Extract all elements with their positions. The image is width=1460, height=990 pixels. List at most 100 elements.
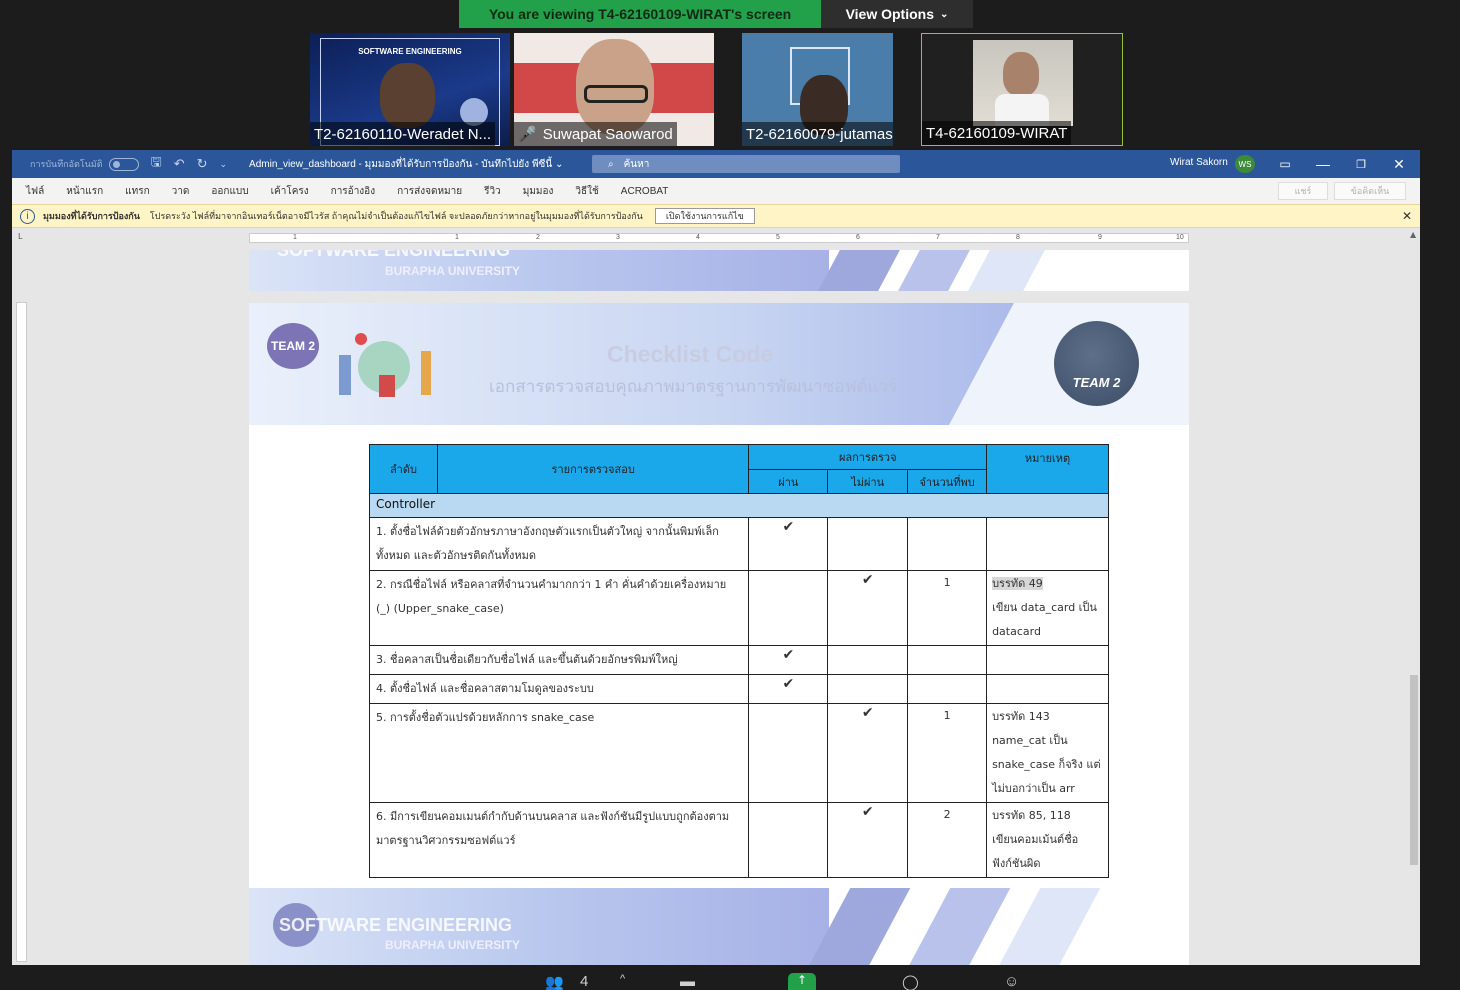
check-item: 1. ตั้งชื่อไฟล์ด้วยตัวอักษรภาษาอังกฤษตัว… bbox=[368, 517, 750, 571]
title-bar: การบันทึกอัตโนมัติ 🖫 ↶ ↻ ⌄ Admin_view_da… bbox=[12, 150, 1420, 178]
muted-mic-icon: 🎤 bbox=[518, 126, 537, 143]
pass-mark: ✔ bbox=[748, 674, 829, 704]
check-item: 4. ตั้งชื่อไฟล์ และชื่อคลาสตามโมดูลของระ… bbox=[368, 674, 750, 704]
record-icon[interactable]: ◯ bbox=[902, 973, 919, 990]
note-line: บรรทัด 85, 118 bbox=[992, 809, 1071, 822]
tab-design[interactable]: ออกแบบ bbox=[211, 184, 248, 199]
found-count: 1 bbox=[907, 570, 988, 646]
tab-home[interactable]: หน้าแรก bbox=[66, 184, 103, 199]
footer-stripe bbox=[907, 888, 1011, 965]
participant-name: Suwapat Saowarod bbox=[542, 125, 673, 143]
autosave-label: การบันทึกอัตโนมัติ bbox=[30, 159, 103, 169]
note-text: เขียน data_card เป็น datacard bbox=[992, 601, 1097, 638]
chevron-up-icon[interactable]: ^ bbox=[620, 973, 625, 985]
participant-video-4[interactable]: T4-62160109-WIRAT bbox=[921, 33, 1123, 146]
table-row: 4. ตั้งชื่อไฟล์ และชื่อคลาสตามโมดูลของระ… bbox=[368, 674, 1109, 704]
section-row: Controller bbox=[369, 493, 1109, 518]
restore-icon[interactable]: ❐ bbox=[1342, 150, 1380, 178]
tab-acrobat[interactable]: ACROBAT bbox=[621, 186, 669, 197]
tab-mailings[interactable]: การส่งจดหมาย bbox=[397, 184, 462, 199]
fail-mark: ✔ bbox=[827, 703, 909, 803]
tab-review[interactable]: รีวิว bbox=[484, 184, 501, 199]
check-item: 3. ชื่อคลาสเป็นชื่อเดียวกับชื่อไฟล์ และข… bbox=[368, 645, 750, 675]
chat-icon[interactable]: ▬ bbox=[680, 973, 695, 990]
pass-mark: ✔ bbox=[748, 517, 829, 571]
checklist-table: ลำดับ รายการตรวจสอบ ผลการตรวจ หมายเหตุ ผ… bbox=[368, 444, 1109, 878]
word-window: การบันทึกอัตโนมัติ 🖫 ↶ ↻ ⌄ Admin_view_da… bbox=[12, 150, 1420, 965]
ribbon-tabs: ไฟล์ หน้าแรก แทรก วาด ออกแบบ เค้าโครง กา… bbox=[12, 178, 1420, 204]
note-cell bbox=[986, 674, 1109, 704]
comments-label: ข้อคิดเห็น bbox=[1350, 186, 1390, 196]
participants-icon[interactable]: 👥 bbox=[545, 973, 564, 990]
section-label: Controller bbox=[369, 493, 1109, 518]
share-button[interactable]: แชร์ bbox=[1278, 182, 1328, 200]
horizontal-ruler[interactable]: 1 1 2 3 4 5 6 7 8 9 10 bbox=[249, 233, 1189, 243]
scrollbar-thumb[interactable] bbox=[1410, 675, 1418, 865]
tab-selector-icon[interactable]: L bbox=[18, 232, 22, 241]
glasses bbox=[584, 85, 648, 103]
undo-icon[interactable]: ↶ bbox=[174, 156, 185, 172]
tab-references[interactable]: การอ้างอิง bbox=[331, 184, 375, 199]
ruler-label: 4 bbox=[696, 234, 700, 241]
fail-mark: ✔ bbox=[827, 802, 909, 878]
close-icon[interactable]: ✕ bbox=[1402, 209, 1412, 223]
redo-icon[interactable]: ↻ bbox=[197, 156, 208, 172]
avatar[interactable]: WS bbox=[1235, 155, 1255, 173]
found-count bbox=[907, 645, 988, 675]
autosave-toggle[interactable] bbox=[108, 157, 139, 171]
vertical-ruler[interactable] bbox=[16, 302, 27, 962]
column-header-result: ผลการตรวจ bbox=[748, 444, 988, 470]
note-text: เขียนคอมเม้นต์ชื่อฟังก์ชันผิด bbox=[992, 833, 1079, 870]
quick-access-chevron-icon[interactable]: ⌄ bbox=[220, 159, 228, 170]
note-cell bbox=[986, 645, 1109, 675]
note-line: บรรทัด 49 bbox=[992, 577, 1043, 590]
participant-video-2[interactable]: 🎤 Suwapat Saowarod bbox=[514, 33, 714, 146]
header-title: Checklist Code bbox=[607, 341, 774, 367]
tab-view[interactable]: มุมมอง bbox=[523, 184, 554, 199]
table-row: 3. ชื่อคลาสเป็นชื่อเดียวกับชื่อไฟล์ และข… bbox=[368, 645, 1109, 675]
search-icon: ⌕ bbox=[608, 158, 614, 170]
ribbon-display-icon[interactable]: ▭ bbox=[1266, 150, 1304, 178]
view-options-button[interactable]: View Options ⌄ bbox=[821, 0, 973, 28]
search-placeholder: ค้นหา bbox=[623, 158, 650, 170]
document-title: Admin_view_dashboard - มุมมองที่ได้รับกา… bbox=[249, 158, 564, 170]
participant-video-3[interactable]: T2-62160079-jutamas bbox=[742, 33, 893, 146]
participant-face bbox=[1003, 52, 1039, 96]
footer-title: SOFTWARE ENGINEERING bbox=[279, 915, 513, 935]
close-icon[interactable]: ✕ bbox=[1380, 150, 1418, 178]
ruler-label: 9 bbox=[1098, 234, 1102, 241]
footer-title: SOFTWARE ENGINEERING bbox=[277, 250, 511, 260]
save-icon[interactable]: 🖫 bbox=[151, 153, 162, 175]
tab-help[interactable]: วิธีใช้ bbox=[575, 184, 598, 199]
search-box[interactable]: ⌕ ค้นหา bbox=[592, 155, 900, 173]
reactions-icon[interactable]: ☺ bbox=[1004, 973, 1019, 990]
info-icon: i bbox=[20, 208, 35, 224]
scroll-up-icon[interactable]: ▲ bbox=[1410, 230, 1416, 239]
team-badge: TEAM 2 bbox=[267, 323, 319, 369]
tab-insert[interactable]: แทรก bbox=[125, 184, 149, 199]
enable-editing-button[interactable]: เปิดใช้งานการแก้ไข bbox=[654, 208, 755, 224]
team-logo-text: TEAM 2 bbox=[1072, 375, 1121, 390]
comments-button[interactable]: ข้อคิดเห็น bbox=[1334, 182, 1406, 200]
chevron-down-icon: ⌄ bbox=[940, 8, 949, 20]
share-screen-icon[interactable]: ↑ bbox=[788, 973, 816, 990]
page-header: TEAM 2 Checklist Code เอกสารตรวจสอบคุณภา… bbox=[249, 303, 1189, 425]
vertical-scrollbar[interactable]: ▲ bbox=[1408, 230, 1420, 965]
note-line: บรรทัด 143 bbox=[992, 710, 1050, 723]
travel-illustration-icon bbox=[339, 333, 431, 397]
user-name[interactable]: Wirat Sakorn bbox=[1170, 157, 1228, 168]
note-cell: บรรทัด 85, 118 เขียนคอมเม้นต์ชื่อฟังก์ชัน… bbox=[986, 802, 1109, 878]
tab-layout[interactable]: เค้าโครง bbox=[271, 184, 309, 199]
tab-file[interactable]: ไฟล์ bbox=[26, 184, 44, 199]
note-text: name_cat เป็น snake_case ก็จริง แต่ไม่บอ… bbox=[992, 734, 1101, 795]
participant-video-1[interactable]: SOFTWARE ENGINEERING T2-62160110-Weradet… bbox=[310, 33, 510, 146]
previous-page-footer: SOFTWARE ENGINEERING BURAPHA UNIVERSITY bbox=[249, 250, 1189, 291]
pass-mark bbox=[748, 802, 829, 878]
ruler-label: 5 bbox=[776, 234, 780, 241]
column-header-no: ลำดับ bbox=[369, 444, 438, 494]
pass-mark: ✔ bbox=[748, 645, 829, 675]
tab-draw[interactable]: วาด bbox=[172, 184, 190, 199]
ruler-row: L 1 1 2 3 4 5 6 7 8 9 10 bbox=[12, 230, 1420, 246]
minimize-icon[interactable]: — bbox=[1304, 150, 1342, 178]
viewing-screen-label: You are viewing T4-62160109-WIRAT's scre… bbox=[459, 0, 821, 28]
